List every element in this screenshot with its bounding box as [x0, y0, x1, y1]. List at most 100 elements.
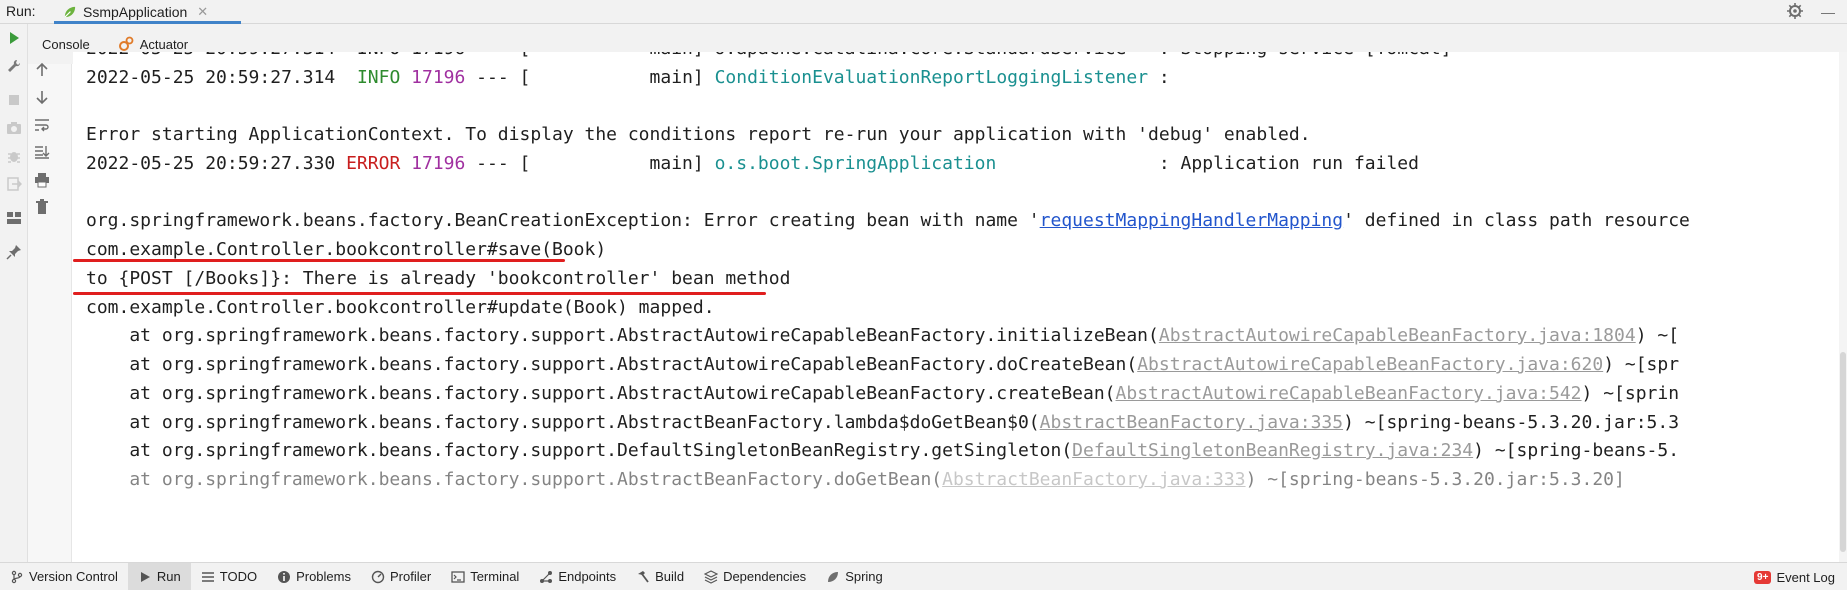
wrench-icon[interactable] [4, 56, 24, 76]
source-link[interactable]: AbstractAutowireCapableBeanFactory.java:… [1159, 325, 1636, 346]
stack-frame-clipped: at org.springframework.beans.factory.sup… [86, 469, 1625, 491]
event-log-badge: 9+ [1754, 570, 1772, 584]
scroll-to-end-icon[interactable] [32, 142, 52, 162]
console-output[interactable]: 2022-05-25 20:59:27.314 INFO 17196 --- [… [73, 52, 1847, 562]
red-annotation-underline [73, 292, 766, 295]
list-icon [201, 571, 214, 582]
red-annotation-underline [73, 259, 565, 262]
info-icon [278, 570, 291, 583]
close-icon[interactable]: ✕ [197, 4, 208, 20]
source-link[interactable]: AbstractAutowireCapableBeanFactory.java:… [1116, 383, 1582, 404]
stack-frame-text: at org.springframework.beans.factory.sup… [86, 440, 1073, 461]
stack-frame: at org.springframework.beans.factory.sup… [86, 412, 1679, 434]
console-line-exception: org.springframework.beans.factory.BeanCr… [86, 210, 1690, 232]
console-controls-column [28, 62, 72, 562]
log-message: : [1148, 67, 1170, 88]
soft-wrap-icon[interactable] [32, 115, 52, 135]
spring-leaf-icon [64, 6, 76, 18]
layout-icon[interactable] [4, 208, 24, 228]
arrow-up-icon[interactable] [32, 60, 52, 80]
tool-label: Profiler [390, 569, 432, 584]
log-pid: 17196 [411, 67, 466, 88]
stack-frame-tail: ) ~[spr [1603, 354, 1680, 375]
debug-bug-icon[interactable] [4, 146, 24, 166]
hammer-icon [638, 570, 649, 583]
endpoints-icon [540, 570, 553, 583]
arrow-down-icon[interactable] [32, 87, 52, 107]
log-logger: o.s.boot.SpringApplication [714, 153, 997, 174]
tool-label: Endpoints [558, 569, 617, 584]
tool-label: Problems [296, 569, 351, 584]
console-scrollbar[interactable] [1839, 52, 1847, 562]
event-log-label: Event Log [1776, 569, 1835, 585]
tool-build[interactable]: Build [626, 563, 694, 590]
layers-icon [704, 569, 719, 584]
tool-endpoints[interactable]: Endpoints [529, 563, 626, 590]
minimize-icon[interactable]: — [1821, 4, 1835, 20]
actuator-icon [118, 36, 134, 51]
tab-console-label: Console [42, 36, 90, 52]
profiler-icon [371, 570, 385, 583]
log-level-info: INFO [356, 67, 401, 88]
source-link[interactable]: AbstractBeanFactory.java:335 [1040, 412, 1343, 433]
tool-run[interactable]: Run [127, 562, 191, 590]
tab-actuator-label: Actuator [139, 36, 189, 52]
log-thread: --- [ main] [465, 67, 715, 88]
tool-terminal[interactable]: Terminal [441, 563, 529, 590]
tool-version-control[interactable]: Version Control [0, 563, 128, 590]
log-message: : Application run failed [996, 153, 1419, 174]
console-line-save-method: com.example.Controller.bookcontroller#sa… [86, 239, 607, 260]
run-controls-column [0, 24, 28, 562]
tool-dependencies[interactable]: Dependencies [694, 563, 816, 590]
terminal-icon [451, 570, 465, 583]
exception-text-tail: ' defined in class path resource [1343, 210, 1690, 231]
log-pid: 17196 [411, 153, 466, 174]
exit-icon[interactable] [4, 174, 24, 194]
tool-label: Spring [845, 569, 883, 584]
tool-todo[interactable]: TODO [191, 563, 267, 590]
camera-icon[interactable] [4, 118, 24, 138]
tool-label: TODO [219, 569, 258, 584]
print-icon[interactable] [32, 170, 52, 190]
stack-frame-text: at org.springframework.beans.factory.sup… [86, 469, 943, 490]
tool-profiler[interactable]: Profiler [361, 563, 441, 590]
tool-label: Terminal [470, 569, 520, 584]
stack-frame-tail: ) ~[spring-beans-5. [1473, 440, 1680, 461]
rerun-icon[interactable] [4, 28, 24, 48]
pin-icon[interactable] [4, 242, 24, 262]
console-line-error: 2022-05-25 20:59:27.330 ERROR 17196 --- … [86, 153, 1419, 175]
stop-icon[interactable] [4, 90, 24, 110]
stack-frame: at org.springframework.beans.factory.sup… [86, 440, 1679, 462]
source-link[interactable]: AbstractBeanFactory.java:333 [942, 469, 1245, 490]
tool-label: Version Control [29, 569, 118, 584]
tool-problems[interactable]: Problems [267, 563, 361, 590]
console-line-ambiguous-mapping: to {POST [/Books]}: There is already 'bo… [86, 268, 791, 289]
stack-frame: at org.springframework.beans.factory.sup… [86, 354, 1679, 376]
scrollbar-thumb[interactable] [1840, 352, 1846, 552]
stack-frame-tail: ) ~[ [1635, 325, 1680, 346]
run-label: Run: [6, 3, 36, 19]
bean-name-link[interactable]: requestMappingHandlerMapping [1040, 210, 1343, 231]
stack-frame: at org.springframework.beans.factory.sup… [86, 325, 1679, 347]
console-line-update-method: com.example.Controller.bookcontroller#up… [86, 297, 715, 318]
tool-spring[interactable]: Spring [816, 563, 893, 590]
event-log[interactable]: 9+ Event Log [1754, 563, 1847, 590]
log-timestamp: 2022-05-25 20:59:27.314 [86, 67, 336, 88]
stack-frame-tail: ) ~[spring-beans-5.3.20.jar:5.3 [1343, 412, 1680, 433]
source-link[interactable]: DefaultSingletonBeanRegistry.java:234 [1072, 440, 1473, 461]
source-link[interactable]: AbstractAutowireCapableBeanFactory.java:… [1137, 354, 1603, 375]
tool-label: Run [156, 569, 181, 584]
stack-frame-text: at org.springframework.beans.factory.sup… [86, 325, 1159, 346]
gear-icon[interactable] [1787, 2, 1803, 22]
console-line-info: 2022-05-25 20:59:27.314 INFO 17196 --- [… [86, 67, 1170, 89]
log-logger: ConditionEvaluationReportLoggingListener [714, 67, 1149, 88]
console-line-clipped: 2022-05-25 20:59:27.314 INFO 17196 --- [… [86, 52, 1451, 60]
log-level-error: ERROR [346, 153, 401, 174]
stack-frame-tail: ) ~[sprin [1581, 383, 1680, 404]
log-timestamp: 2022-05-25 20:59:27.330 [86, 153, 336, 174]
stack-frame-text: at org.springframework.beans.factory.sup… [86, 383, 1116, 404]
run-tab-label: SsmpApplication [83, 4, 188, 20]
stack-frame-text: at org.springframework.beans.factory.sup… [86, 354, 1138, 375]
trash-icon[interactable] [32, 197, 52, 217]
log-thread: --- [ main] [465, 153, 715, 174]
